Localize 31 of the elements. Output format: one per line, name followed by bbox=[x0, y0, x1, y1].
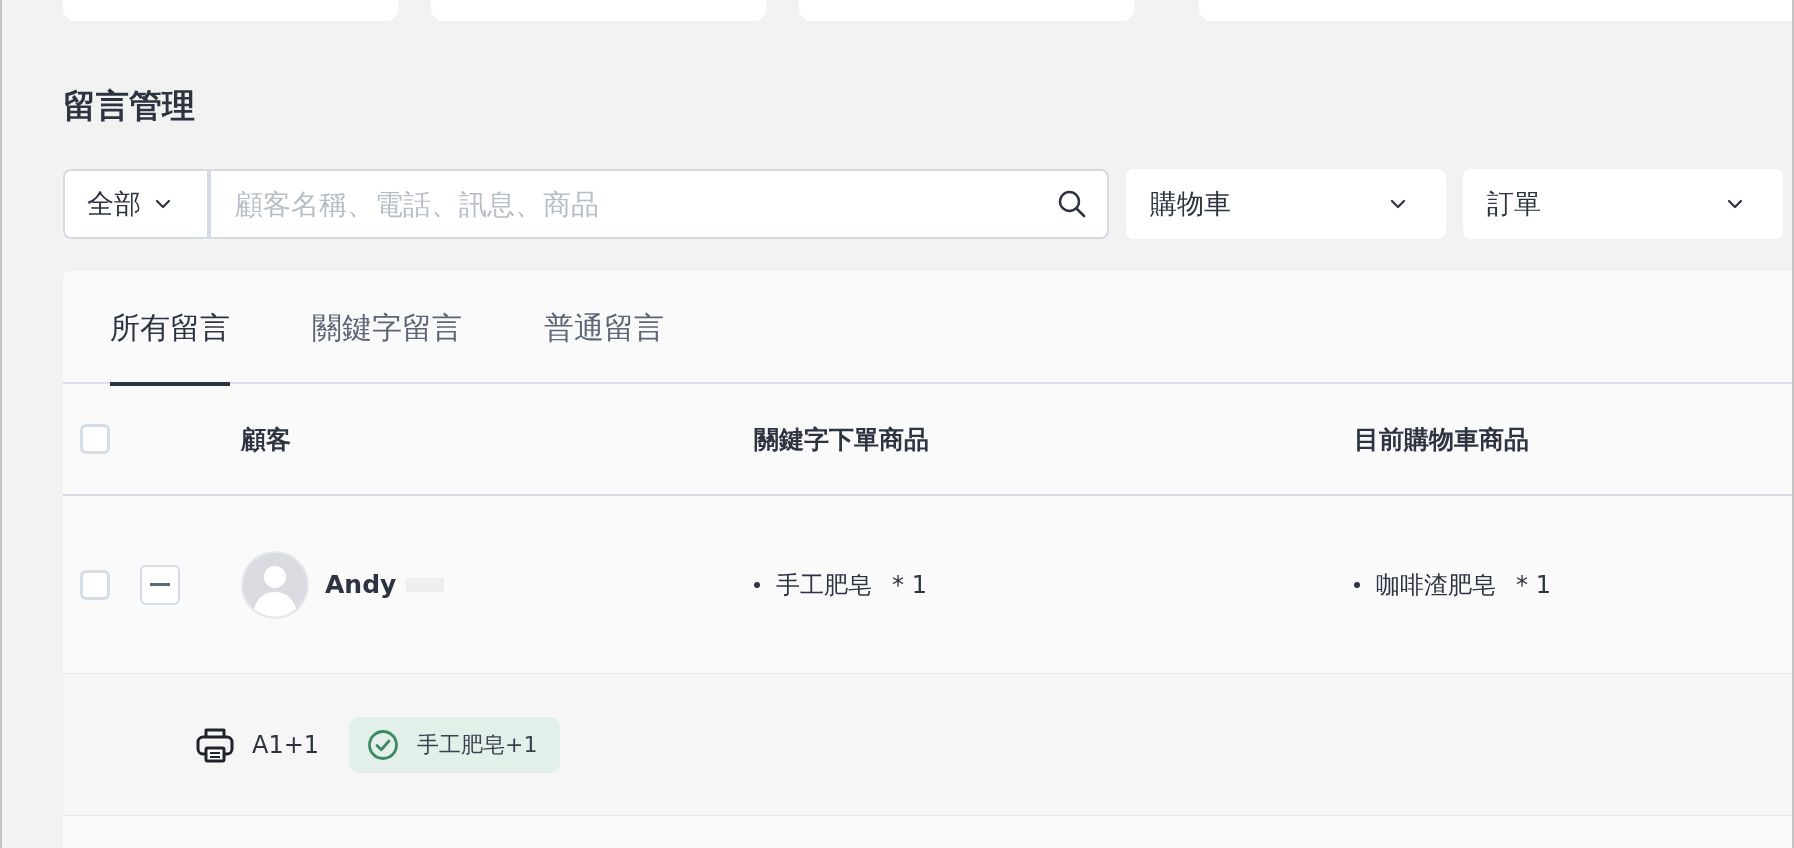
checkbox[interactable] bbox=[80, 424, 110, 454]
column-header: 關鍵字下單商品 bbox=[754, 423, 929, 456]
product-name: 手工肥皂 bbox=[776, 569, 872, 601]
printer-icon bbox=[196, 726, 234, 763]
product-name: 咖啡渣肥皂 bbox=[1376, 569, 1496, 601]
search-icon[interactable] bbox=[1057, 189, 1087, 219]
product-quantity: * 1 bbox=[892, 570, 927, 599]
tab[interactable]: 普通留言 bbox=[544, 271, 664, 386]
checkbox[interactable] bbox=[80, 569, 110, 600]
chevron-down-icon bbox=[1727, 199, 1743, 209]
select-dropdown[interactable]: 購物車 bbox=[1126, 169, 1446, 239]
avatar-icon bbox=[241, 550, 309, 619]
chevron-down-icon bbox=[155, 199, 171, 209]
column-header: 顧客 bbox=[241, 423, 291, 456]
minus-icon bbox=[150, 583, 170, 586]
select-dropdown[interactable]: 訂單 bbox=[1463, 169, 1783, 239]
chevron-down-icon bbox=[1390, 199, 1406, 209]
search-field[interactable]: 顧客名稱、電話、訊息、商品 bbox=[211, 171, 1107, 237]
tab[interactable]: 關鍵字留言 bbox=[312, 271, 462, 386]
print-label: A1+1 bbox=[252, 730, 320, 759]
column-header: 目前購物車商品 bbox=[1354, 423, 1529, 456]
chip-label: 手工肥皂+1 bbox=[417, 730, 538, 759]
bullet-icon bbox=[754, 581, 760, 588]
customer-name: Andy bbox=[325, 570, 397, 599]
product-quantity: * 1 bbox=[1516, 570, 1551, 599]
page-title: 留言管理 bbox=[63, 86, 196, 126]
bullet-icon bbox=[1354, 581, 1360, 588]
tab[interactable]: 所有留言 bbox=[110, 271, 230, 386]
check-circle-icon bbox=[367, 728, 400, 761]
collapse-button[interactable] bbox=[140, 564, 180, 605]
scope-dropdown[interactable]: 全部 bbox=[63, 169, 211, 239]
